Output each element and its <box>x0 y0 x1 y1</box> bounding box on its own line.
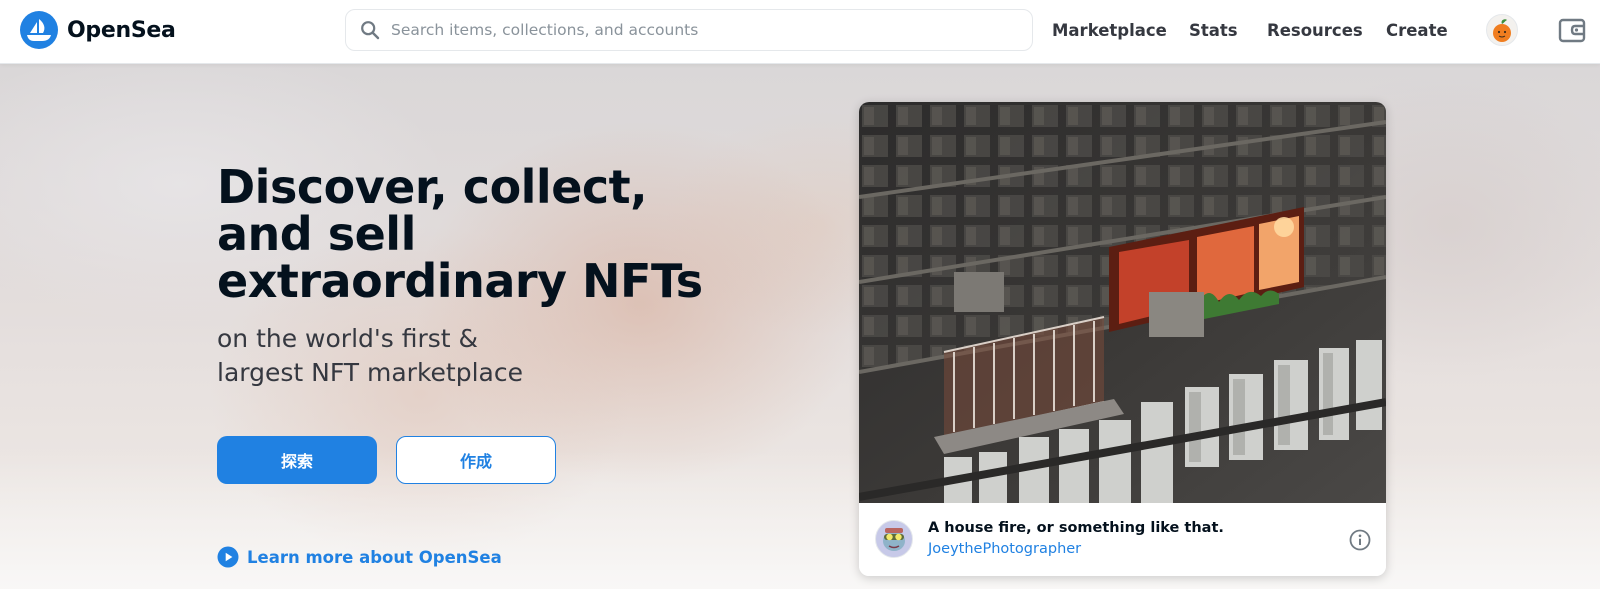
hero-section: Discover, collect, and sell extraordinar… <box>0 64 1600 589</box>
nav-create[interactable]: Create <box>1386 0 1448 60</box>
featured-nft-image <box>859 102 1386 503</box>
nav-resources[interactable]: Resources <box>1267 0 1363 60</box>
featured-nft-footer: A house fire, or something like that. Jo… <box>859 503 1386 576</box>
create-button[interactable]: 作成 <box>396 436 556 484</box>
hero-title: Discover, collect, and sell extraordinar… <box>217 160 703 308</box>
top-navbar: OpenSea Marketplace Stats Resources Crea… <box>0 0 1600 64</box>
nav-marketplace[interactable]: Marketplace <box>1052 0 1167 60</box>
creator-avatar[interactable] <box>875 520 913 558</box>
nav-stats[interactable]: Stats <box>1189 0 1238 60</box>
account-avatar-icon[interactable] <box>1486 14 1518 46</box>
hero-subtitle: on the world's first & largest NFT marke… <box>217 324 523 387</box>
search-input[interactable] <box>391 12 1032 48</box>
featured-nft-creator-link[interactable]: JoeythePhotographer <box>928 541 1081 557</box>
play-circle-icon <box>217 546 239 568</box>
brand-name: OpenSea <box>67 17 176 43</box>
search-icon <box>361 21 380 40</box>
featured-nft-card[interactable]: A house fire, or something like that. Jo… <box>859 102 1386 576</box>
featured-nft-title: A house fire, or something like that. <box>928 520 1224 536</box>
explore-button[interactable]: 探索 <box>217 436 377 484</box>
learn-more-label: Learn more about OpenSea <box>247 547 502 567</box>
learn-more-link[interactable]: Learn more about OpenSea <box>217 544 502 570</box>
search-bar[interactable] <box>345 9 1033 51</box>
opensea-logo-icon <box>20 11 58 49</box>
opensea-logo[interactable]: OpenSea <box>20 10 176 50</box>
info-icon[interactable] <box>1349 529 1371 551</box>
wallet-icon[interactable] <box>1558 16 1586 44</box>
